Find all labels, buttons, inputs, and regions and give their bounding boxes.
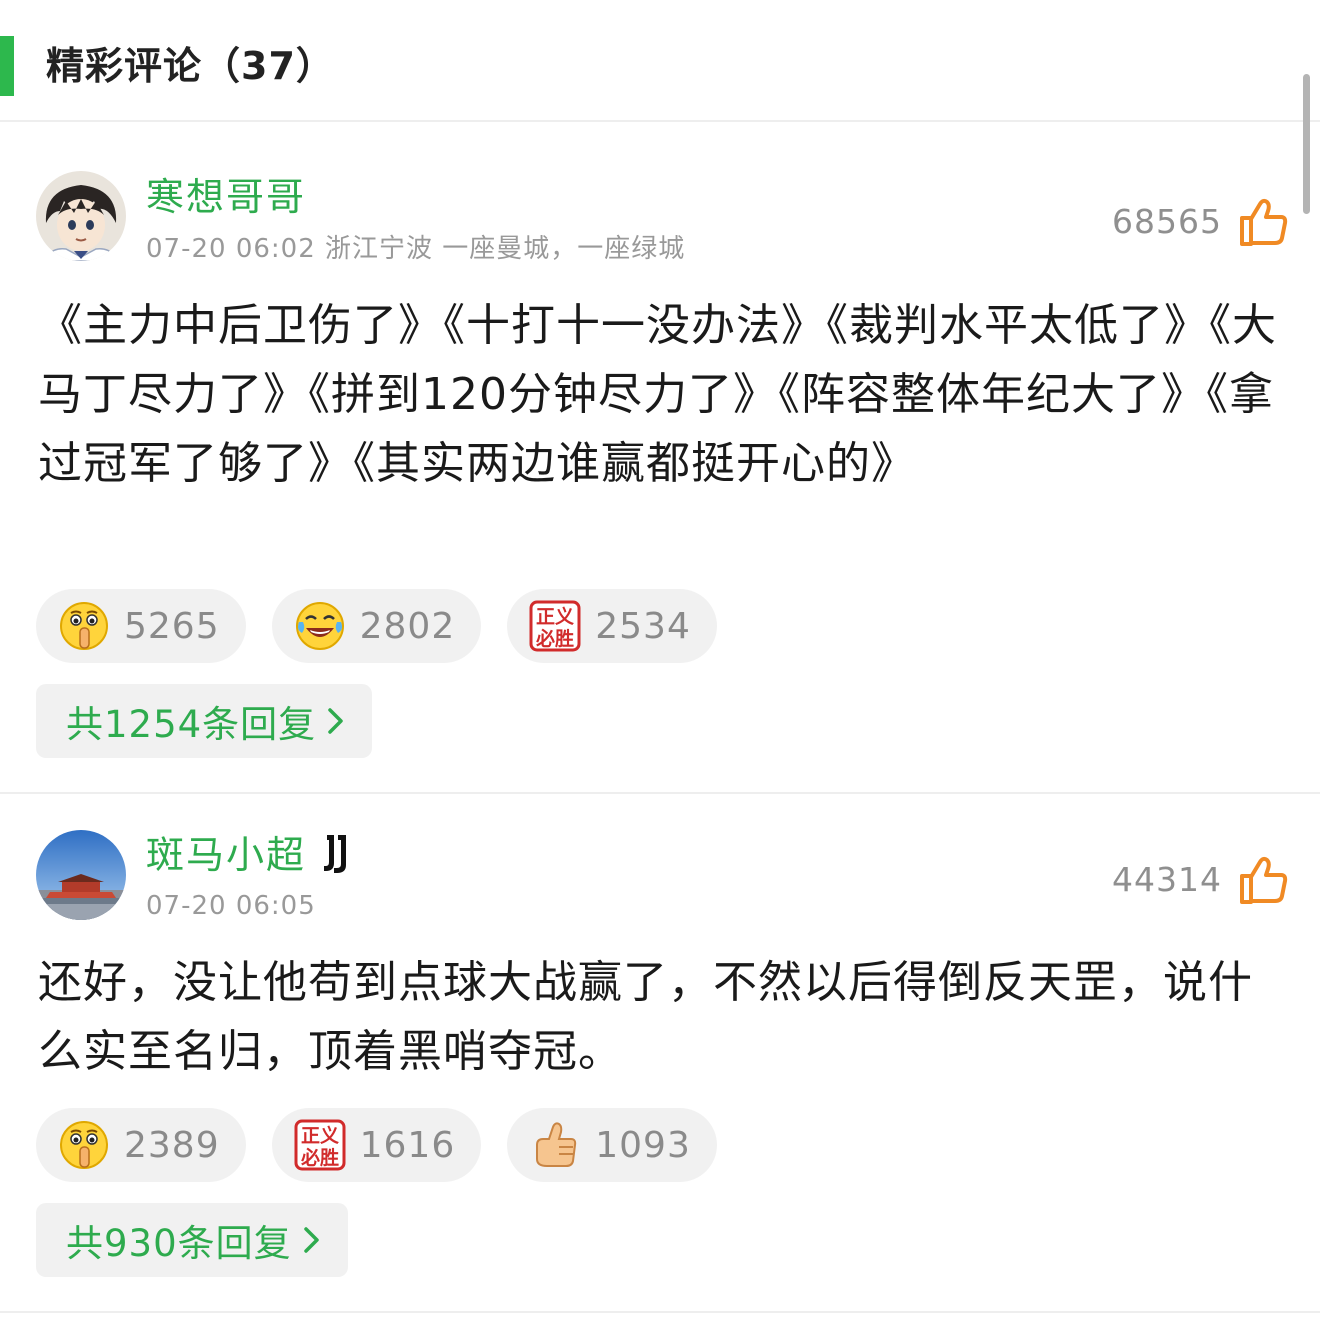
comment-divider bbox=[0, 1311, 1320, 1313]
comment-text: 还好，没让他苟到点球大战赢了，不然以后得倒反天罡，说什么实至名归，顶着黑哨夺冠。 bbox=[38, 957, 1253, 1077]
view-replies-button[interactable]: 共930条回复 bbox=[36, 1203, 348, 1277]
avatar[interactable] bbox=[36, 171, 126, 261]
section-title: 精彩评论（37） bbox=[46, 44, 335, 88]
reaction-count: 2534 bbox=[595, 605, 691, 647]
comment-meta: 07-20 06:05 bbox=[146, 891, 316, 921]
like-count: 68565 bbox=[1112, 202, 1222, 241]
reaction-pill[interactable]: 正义 必胜 1616 bbox=[271, 1108, 482, 1182]
view-replies-button[interactable]: 共1254条回复 bbox=[36, 684, 373, 758]
username[interactable]: 斑马小超 bbox=[146, 832, 306, 878]
svg-text:正义: 正义 bbox=[536, 606, 574, 628]
replies-label: 共1254条回复 bbox=[66, 703, 317, 746]
reaction-count: 5265 bbox=[124, 605, 220, 647]
shush-emoji-icon bbox=[58, 1119, 110, 1171]
reaction-pill[interactable]: 5265 bbox=[36, 589, 246, 663]
replies-label: 共930条回复 bbox=[66, 1222, 292, 1265]
justice-prevails-sticker-icon: 正义 必胜 bbox=[529, 600, 581, 652]
chevron-right-icon bbox=[326, 707, 346, 735]
forbidden-city-avatar-icon bbox=[36, 830, 126, 920]
comment-divider bbox=[0, 792, 1320, 794]
chevron-right-icon bbox=[302, 1226, 322, 1254]
avatar[interactable] bbox=[36, 830, 126, 920]
thumbs-up-emoji-icon bbox=[529, 1119, 581, 1171]
anime-avatar-icon bbox=[36, 171, 126, 261]
scrollbar[interactable] bbox=[1303, 74, 1310, 214]
reaction-bar: 2389 正义 必胜 1616 1093 bbox=[36, 1108, 717, 1182]
reaction-pill[interactable]: 正义 必胜 2534 bbox=[507, 589, 717, 663]
thumbs-up-icon[interactable] bbox=[1238, 196, 1290, 248]
header-accent-bar bbox=[0, 36, 14, 96]
justice-prevails-sticker-icon: 正义 必胜 bbox=[294, 1119, 346, 1171]
laughing-tears-emoji-icon bbox=[294, 600, 346, 652]
thumbs-up-icon[interactable] bbox=[1238, 854, 1290, 906]
svg-text:必胜: 必胜 bbox=[535, 627, 574, 650]
comment-text: 《主力中后卫伤了》《十打十一没办法》《裁判水平太低了》《大马丁尽力了》《拼到12… bbox=[38, 300, 1277, 489]
juventus-logo-icon bbox=[324, 835, 346, 873]
comment-meta: 07-20 06:02 浙江宁波 一座曼城，一座绿城 bbox=[146, 234, 686, 264]
reaction-count: 2389 bbox=[124, 1124, 220, 1166]
like-count: 44314 bbox=[1112, 860, 1222, 899]
username[interactable]: 寒想哥哥 bbox=[146, 174, 306, 220]
reaction-pill[interactable]: 1093 bbox=[507, 1108, 717, 1182]
reaction-count: 1616 bbox=[359, 1124, 456, 1166]
shush-emoji-icon bbox=[58, 600, 110, 652]
reaction-pill[interactable]: 2802 bbox=[271, 589, 482, 663]
reaction-count: 2802 bbox=[359, 605, 456, 647]
svg-text:正义: 正义 bbox=[301, 1125, 339, 1147]
reaction-pill[interactable]: 2389 bbox=[36, 1108, 246, 1182]
comments-header: 精彩评论（37） bbox=[0, 0, 1320, 122]
svg-text:必胜: 必胜 bbox=[300, 1146, 339, 1169]
reaction-bar: 5265 2802 正义 必胜 2534 bbox=[36, 589, 717, 663]
reaction-count: 1093 bbox=[595, 1124, 691, 1166]
